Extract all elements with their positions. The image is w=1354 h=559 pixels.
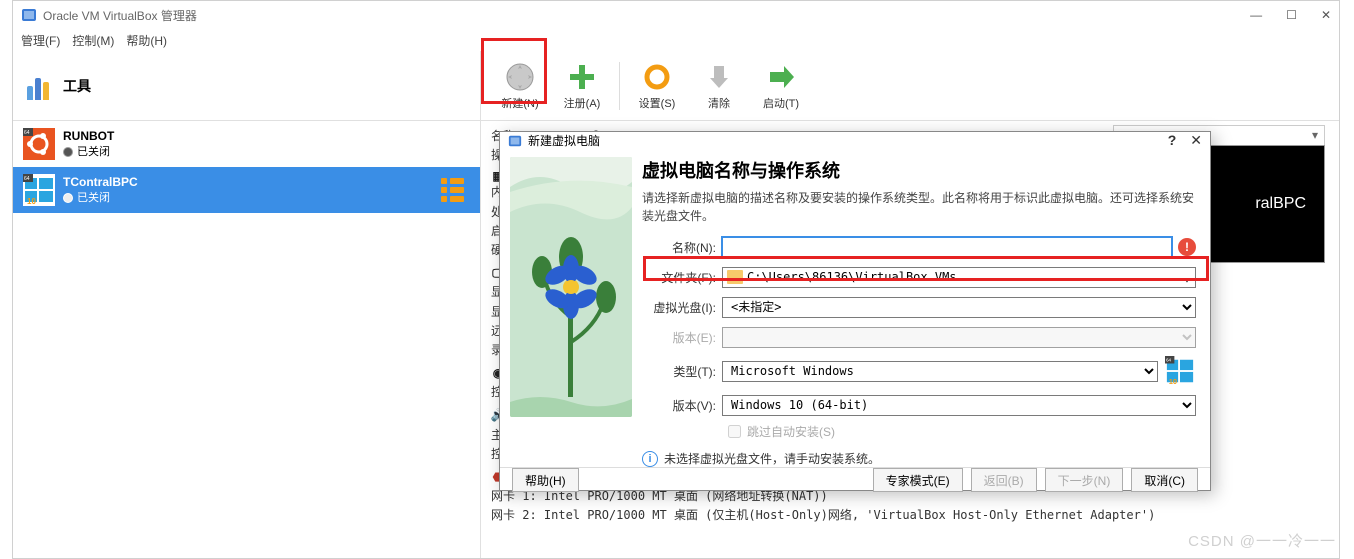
virtualbox-icon [508,134,522,148]
dialog-close-button[interactable]: ✕ [1190,132,1202,149]
vm-item-runbot[interactable]: 64 RUNBOT 已关闭 [13,121,480,167]
folder-icon [727,270,743,284]
discard-icon [703,61,735,93]
add-vm-button[interactable]: 注册(A) [553,55,611,117]
vm-list: 64 RUNBOT 已关闭 64 10 TContralBPC 已关闭 [13,121,481,558]
toolbar-separator [619,62,620,110]
vm-state: 已关闭 [63,191,138,205]
add-icon [566,61,598,93]
edition-select [722,327,1196,348]
window-title: Oracle VM VirtualBox 管理器 [43,7,1250,24]
folder-value: C:\Users\86136\VirtualBox VMs [747,270,1179,284]
warning-icon: ! [1178,238,1196,256]
expert-mode-button[interactable]: 专家模式(E) [873,468,963,492]
vm-name: RUNBOT [63,129,114,145]
next-button: 下一步(N) [1045,468,1124,492]
label-name: 名称(N): [642,239,722,256]
minimize-button[interactable]: — [1250,8,1262,22]
wizard-form: 虚拟电脑名称与操作系统 请选择新虚拟电脑的描述名称及要安装的操作系统类型。此名称… [642,157,1196,467]
svg-text:10: 10 [27,197,36,206]
tools-label: 工具 [63,76,91,96]
vm-item-menu-icon[interactable] [441,178,464,202]
svg-text:64: 64 [24,176,30,182]
wizard-description: 请选择新虚拟电脑的描述名称及要安装的操作系统类型。此名称将用于标识此虚拟电脑。还… [642,189,1196,225]
new-vm-button[interactable]: 新建(N) [491,55,549,117]
chevron-down-icon: ⌄ [1179,270,1195,284]
dialog-footer: 帮助(H) 专家模式(E) 返回(B) 下一步(N) 取消(C) [500,467,1210,492]
virtualbox-icon [21,7,37,23]
window-controls: — ☐ ✕ [1250,8,1331,22]
new-icon [504,61,536,93]
svg-text:64: 64 [1166,358,1172,363]
info-text: 未选择虚拟光盘文件，请手动安装系统。 [664,450,880,467]
label-version: 版本(V): [642,397,722,414]
label-edition: 版本(E): [642,329,722,346]
maximize-button[interactable]: ☐ [1286,8,1297,22]
help-button[interactable]: 帮助(H) [512,468,579,492]
version-select[interactable]: Windows 10 (64-bit) [722,395,1196,416]
dialog-titlebar: 新建虚拟电脑 ? ✕ [500,132,1210,149]
dialog-title: 新建虚拟电脑 [528,132,1168,149]
main-toolbar: 新建(N) 注册(A) 设置(S) 清除 [481,51,1339,120]
tools-panel-header[interactable]: 工具 [13,51,481,120]
tools-icon [27,72,55,100]
skip-unattended-label: 跳过自动安装(S) [747,423,835,440]
ubuntu-icon: 64 [23,128,55,160]
menu-manage[interactable]: 管理(F) [21,32,60,49]
close-button[interactable]: ✕ [1321,8,1331,22]
menubar: 管理(F) 控制(M) 帮助(H) [13,29,1339,51]
label-type: 类型(T): [642,363,722,380]
vm-state: 已关闭 [63,145,114,159]
detail-net2: 网卡 2: Intel PRO/1000 MT 桌面 (仅主机(Host-Onl… [491,506,1329,525]
svg-text:10: 10 [1169,377,1177,386]
tool-row: 工具 新建(N) 注册(A) 设置(S) [13,51,1339,121]
menu-help[interactable]: 帮助(H) [126,32,167,49]
new-vm-dialog: 新建虚拟电脑 ? ✕ [499,131,1211,491]
watermark: CSDN @一一冷一一 [1188,530,1336,551]
gear-icon [641,61,673,93]
iso-select[interactable]: <未指定> [722,297,1196,318]
menu-control[interactable]: 控制(M) [72,32,114,49]
vm-name: TContralBPC [63,175,138,191]
discard-button[interactable]: 清除 [690,55,748,117]
cancel-button[interactable]: 取消(C) [1131,468,1198,492]
name-input[interactable] [722,237,1172,258]
windows-icon: 64 10 [23,174,55,206]
wizard-illustration [510,157,632,417]
info-icon: i [642,451,658,467]
skip-unattended-checkbox [728,425,741,438]
power-off-icon [63,193,73,203]
preview-collapse-icon[interactable]: ▾ [1312,126,1318,145]
vm-item-tcontralbpc[interactable]: 64 10 TContralBPC 已关闭 [13,167,480,213]
type-select[interactable]: Microsoft Windows [722,361,1158,382]
settings-button[interactable]: 设置(S) [628,55,686,117]
power-off-icon [63,147,73,157]
start-icon [765,61,797,93]
label-iso: 虚拟光盘(I): [642,299,722,316]
back-button: 返回(B) [971,468,1037,492]
svg-text:64: 64 [24,130,30,136]
dialog-help-button[interactable]: ? [1168,132,1177,149]
titlebar: Oracle VM VirtualBox 管理器 — ☐ ✕ [13,1,1339,29]
os-type-icon: 64 10 [1164,355,1196,387]
label-folder: 文件夹(F): [642,269,722,286]
start-button[interactable]: 启动(T) [752,55,810,117]
folder-combo[interactable]: C:\Users\86136\VirtualBox VMs ⌄ [722,267,1196,288]
wizard-heading: 虚拟电脑名称与操作系统 [642,157,1196,183]
